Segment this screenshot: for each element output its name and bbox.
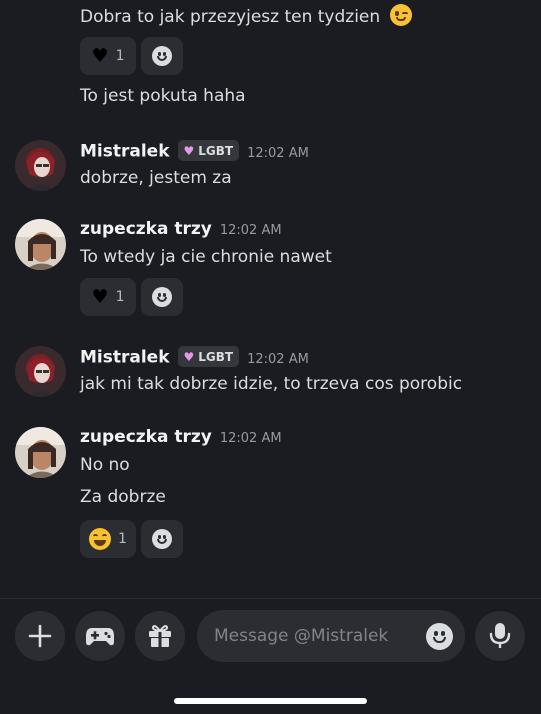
username[interactable]: zupeczka trzy <box>80 427 212 447</box>
gamepad-icon <box>86 628 114 646</box>
reaction-black-heart[interactable]: ♥ 1 <box>80 37 136 75</box>
avatar[interactable] <box>15 427 66 478</box>
message-text: Za dobrze <box>80 487 166 507</box>
add-reaction-icon <box>152 46 172 66</box>
gift-button[interactable] <box>135 611 185 661</box>
home-indicator[interactable] <box>174 698 367 704</box>
username[interactable]: Mistralek <box>80 348 170 368</box>
message-text: To jest pokuta haha <box>80 86 246 106</box>
laughing-emoji-icon <box>89 528 112 550</box>
avatar[interactable] <box>15 140 66 191</box>
avatar[interactable] <box>15 219 66 270</box>
message-header: zupeczka trzy 12:02 AM <box>80 427 282 447</box>
message-header: Mistralek ♥ LGBT 12:02 AM <box>80 140 309 162</box>
message-text: No no <box>80 455 130 475</box>
gift-icon <box>149 625 171 647</box>
username[interactable]: Mistralek <box>80 142 170 162</box>
black-heart-icon: ♥ <box>91 285 109 308</box>
message-input-placeholder: Message @Mistralek <box>214 626 389 646</box>
attach-button[interactable] <box>15 611 65 661</box>
message-input[interactable]: Message @Mistralek <box>197 610 465 662</box>
message-text: To wtedy ja cie chronie nawet <box>80 247 332 267</box>
avatar[interactable] <box>15 346 66 397</box>
timestamp: 12:02 AM <box>247 145 309 161</box>
add-reaction-icon <box>152 287 172 307</box>
activities-button[interactable] <box>75 611 125 661</box>
message-header: Mistralek ♥ LGBT 12:02 AM <box>80 346 309 368</box>
add-reaction-icon <box>152 529 172 549</box>
timestamp: 12:02 AM <box>219 223 282 238</box>
message-text: Dobra to jak przezyjesz ten tydzien <box>80 4 412 27</box>
username[interactable]: zupeczka trzy <box>80 219 212 239</box>
heart-icon: ♥ <box>183 349 195 364</box>
plus-icon <box>28 624 52 648</box>
message-text: jak mi tak dobrze idzie, to trzeva cos p… <box>80 374 463 394</box>
add-reaction-button[interactable] <box>141 520 183 558</box>
message-text: dobrze, jestem za <box>80 168 232 188</box>
timestamp: 12:02 AM <box>247 351 309 367</box>
role-badge[interactable]: ♥ LGBT <box>177 346 240 367</box>
add-reaction-button[interactable] <box>141 278 183 316</box>
voice-message-button[interactable] <box>475 611 525 661</box>
role-badge[interactable]: ♥ LGBT <box>177 140 240 161</box>
wink-emoji-icon <box>389 4 412 26</box>
timestamp: 12:02 AM <box>219 431 282 446</box>
heart-icon: ♥ <box>183 143 195 158</box>
add-reaction-button[interactable] <box>141 37 183 75</box>
black-heart-icon: ♥ <box>91 44 109 67</box>
emoji-icon[interactable] <box>426 623 453 650</box>
reaction-laughing[interactable]: 1 <box>80 520 136 558</box>
message-header: zupeczka trzy 12:02 AM <box>80 219 282 239</box>
reaction-black-heart[interactable]: ♥ 1 <box>80 278 136 316</box>
microphone-icon <box>489 623 511 648</box>
